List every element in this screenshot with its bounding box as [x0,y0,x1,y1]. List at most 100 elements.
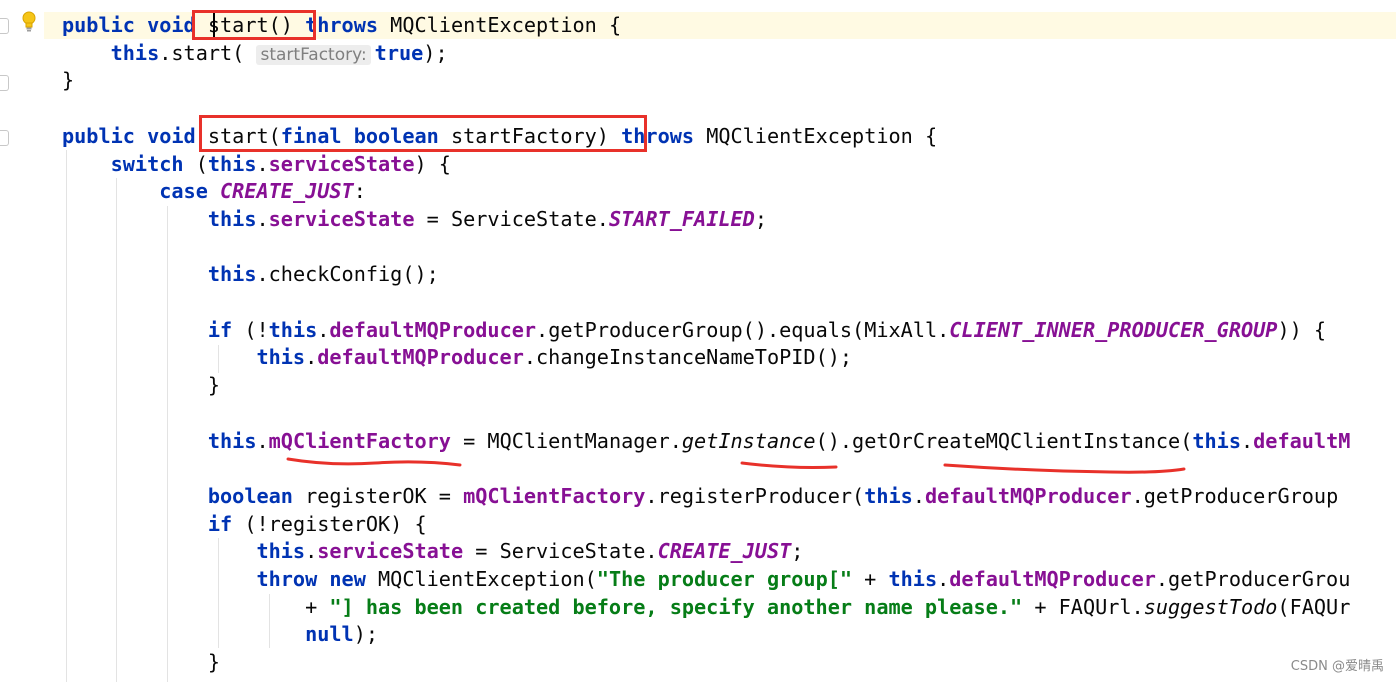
code-token: mQClientFactory [268,428,451,453]
code-token: serviceState [268,151,415,176]
code-token: MQClientException { [390,13,622,37]
code-token: . [317,317,330,342]
code-token: } [62,373,221,398]
code-line[interactable]: if (!registerOK) { [62,511,427,538]
code-token: } [62,650,221,675]
code-line[interactable]: } [62,372,220,399]
code-token: : [353,179,366,204]
code-token: defaultM [1253,428,1351,453]
code-token: CLIENT_INNER_PRODUCER_GROUP [949,317,1278,342]
code-token: this [888,567,938,591]
code-token: if [207,317,245,342]
code-line[interactable]: this.serviceState = ServiceState.CREATE_… [62,538,803,565]
code-line[interactable]: this.checkConfig(); [62,261,439,288]
code-token: .getProducerGroup [1131,483,1339,508]
code-token: .registerProducer( [645,483,865,508]
code-token: mQClientFactory [463,483,646,508]
code-line[interactable]: boolean registerOK = mQClientFactory.reg… [62,483,1338,510]
fold-marker-icon[interactable] [0,130,9,146]
code-token: + [852,567,889,591]
code-line[interactable]: null); [62,621,378,648]
code-token: true [374,40,424,65]
code-token: .checkConfig(); [256,262,439,287]
code-line[interactable]: } [62,649,220,676]
code-token: getInstance [681,428,816,453]
code-token: serviceState [317,539,464,564]
fold-marker-icon[interactable] [0,18,9,34]
code-token: (!registerOK) { [244,511,427,536]
code-token: throw new [256,567,379,591]
code-token: ().getOrCreateMQClientInstance( [815,428,1193,453]
code-token: this [256,345,306,370]
code-line[interactable]: this.serviceState = ServiceState.START_F… [62,206,767,233]
code-token: } [62,68,75,93]
code-token: defaultMQProducer [949,567,1156,591]
code-token: . [912,483,925,508]
code-token: public void [62,13,208,37]
code-line[interactable]: } [62,67,74,94]
code-token: .changeInstanceNameToPID(); [523,345,853,370]
code-token: this [256,539,306,564]
code-token: case [159,179,221,204]
code-token: = ServiceState. [463,539,658,564]
code-token: + FAQUrl. [1022,594,1144,619]
code-token: )) { [1277,317,1327,342]
code-token: = MQClientManager. [450,428,682,453]
code-token: . [305,345,318,370]
code-line[interactable]: case CREATE_JUST: [62,178,366,205]
code-line[interactable]: this.defaultMQProducer.changeInstanceNam… [62,344,852,371]
code-token: ; [791,539,804,564]
code-token: . [256,428,269,453]
code-token: . [1241,428,1254,453]
code-token: throws [305,13,391,37]
code-token: "] has been created before, specify anot… [329,594,1023,619]
code-token: = ServiceState. [414,206,609,231]
code-line[interactable]: if (!this.defaultMQProducer.getProducerG… [62,317,1326,344]
code-token: + [62,594,330,619]
code-token: (! [244,317,269,342]
code-token: registerOK = [305,483,464,508]
code-token: serviceState [268,206,415,231]
code-token: defaultMQProducer [329,317,537,342]
code-token: ); [423,40,448,65]
lightbulb-icon[interactable] [21,11,37,33]
code-line[interactable]: public void start() throws MQClientExcep… [62,12,621,39]
code-token: . [937,567,950,591]
code-token: CREATE_JUST [220,179,354,204]
code-token: public void [62,123,208,148]
code-token: defaultMQProducer [924,483,1132,508]
code-line[interactable]: throw new MQClientException("The produce… [62,566,1350,593]
code-token: this [110,40,160,65]
code-token: ; [754,206,767,231]
code-line[interactable]: + "] has been created before, specify an… [62,594,1350,621]
code-token: if [207,511,245,536]
code-token: CREATE_JUST [657,539,792,564]
code-token: MQClientException( [378,567,597,591]
code-token: ) { [414,151,451,176]
code-line[interactable]: this.start( startFactory: true); [62,40,448,67]
code-token: ); [353,622,379,647]
parameter-hint: startFactory: [256,44,371,65]
code-token: this [207,428,257,453]
watermark: CSDN @爱晴禹 [1290,659,1384,674]
code-token: this [207,206,257,231]
code-line[interactable]: switch (this.serviceState) { [62,151,451,178]
code-token: null [305,622,354,647]
code-token: (FAQUr [1277,594,1351,619]
code-token: MQClientException { [706,123,938,148]
code-token: ( [195,151,208,176]
fold-marker-icon[interactable] [0,75,9,91]
code-line[interactable]: this.mQClientFactory = MQClientManager.g… [62,428,1351,455]
code-token: this [864,483,913,508]
